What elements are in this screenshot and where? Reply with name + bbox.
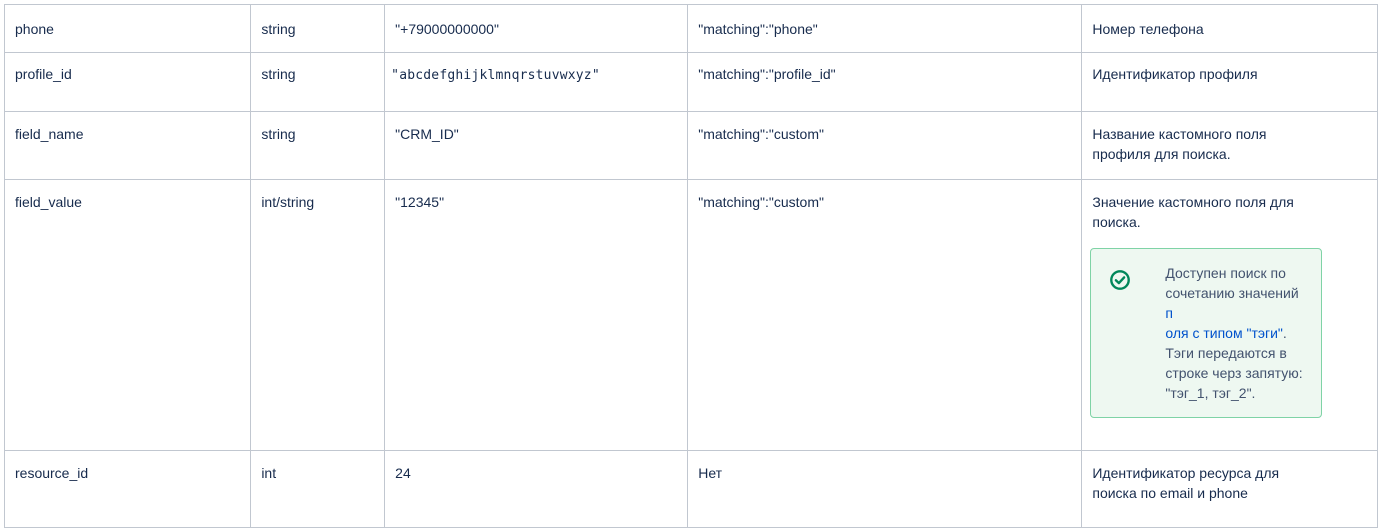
note-line: Доступен поиск по	[1165, 265, 1286, 281]
note-text-segment: .	[1282, 325, 1287, 341]
param-example-cell: "CRM_ID"	[384, 111, 689, 180]
table-row: field_value int/string "12345" "matching…	[3, 179, 1378, 451]
description-line: Название кастомного поля	[1092, 126, 1267, 142]
note-text-segment: сочетанию значений	[1165, 285, 1299, 301]
param-example-cell: 24	[384, 450, 689, 528]
param-name-cell: phone	[3, 4, 252, 53]
param-name-cell: field_value	[3, 179, 252, 451]
param-matching-cell: "matching":"phone"	[687, 4, 1083, 53]
note-line: сочетанию значений п	[1165, 283, 1309, 323]
table-row: field_name string "CRM_ID" "matching":"c…	[3, 111, 1378, 180]
param-name-cell: profile_id	[3, 52, 252, 112]
param-matching-cell: "matching":"custom"	[687, 179, 1083, 451]
param-description-cell: Значение кастомного поля для поиска. Дос…	[1081, 179, 1378, 451]
param-matching-cell: Нет	[687, 450, 1083, 528]
table-row: phone string "+79000000000" "matching":"…	[3, 4, 1378, 53]
description-line: поиска по email и phone	[1092, 485, 1248, 501]
param-type-cell: string	[250, 52, 386, 112]
param-description-cell: Название кастомного поля профиля для пои…	[1081, 111, 1378, 180]
param-description-cell: Номер телефона	[1081, 4, 1378, 53]
code-example: "abcdefghijklmnqrstuvwxyz"	[391, 68, 600, 83]
success-note-panel: Доступен поиск по сочетанию значений п о…	[1090, 248, 1323, 418]
param-name-cell: field_name	[3, 111, 252, 180]
tags-field-link[interactable]: п	[1165, 305, 1173, 321]
description-line: Значение кастомного поля для	[1092, 194, 1294, 210]
check-circle-icon	[1110, 270, 1131, 290]
note-line: строке черз запятую:	[1165, 365, 1303, 381]
param-type-cell: int	[250, 450, 386, 528]
note-text: Доступен поиск по сочетанию значений п о…	[1165, 259, 1309, 403]
param-example-cell: "abcdefghijklmnqrstuvwxyz"	[384, 52, 689, 112]
tags-field-link[interactable]: оля с типом "тэги"	[1165, 325, 1283, 341]
param-type-cell: string	[250, 111, 386, 180]
param-description-cell: Идентификатор ресурса для поиска по emai…	[1081, 450, 1378, 528]
param-name-cell: resource_id	[3, 450, 252, 528]
note-line: "тэг_1, тэг_2".	[1165, 385, 1256, 401]
parameters-table: phone string "+79000000000" "matching":"…	[3, 4, 1378, 528]
param-type-cell: int/string	[250, 179, 386, 451]
description-line: Идентификатор ресурса для	[1092, 465, 1280, 481]
table-row: profile_id string "abcdefghijklmnqrstuvw…	[3, 52, 1378, 112]
param-description-cell: Идентификатор профиля	[1081, 52, 1378, 112]
param-matching-cell: "matching":"profile_id"	[687, 52, 1083, 112]
param-type-cell: string	[250, 4, 386, 53]
param-matching-cell: "matching":"custom"	[687, 111, 1083, 180]
table-row: resource_id int 24 Нет Идентификатор рес…	[3, 450, 1378, 528]
param-example-cell: "+79000000000"	[384, 4, 689, 53]
param-example-cell: "12345"	[384, 179, 689, 451]
note-line: оля с типом "тэги".	[1165, 323, 1309, 343]
description-line: профиля для поиска.	[1092, 146, 1231, 162]
note-line: Тэги передаются в	[1165, 345, 1287, 361]
description-line: поиска.	[1092, 214, 1141, 230]
